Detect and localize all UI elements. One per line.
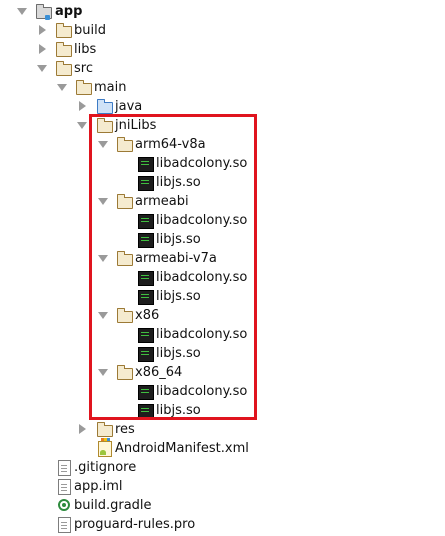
tree-item-so-file[interactable]: libjs.so (0, 173, 201, 192)
expand-arrow-icon[interactable] (98, 141, 108, 148)
tree-item-label: main (94, 80, 127, 95)
tree-item-so-file[interactable]: libjs.so (0, 344, 201, 363)
text-file-icon (58, 460, 71, 476)
folder-icon (117, 365, 133, 380)
tree-item-abi-folder[interactable]: armeabi (0, 192, 189, 211)
manifest-file-icon (98, 441, 112, 457)
folder-icon (117, 251, 133, 266)
tree-item-build[interactable]: build (0, 21, 120, 40)
collapse-arrow-icon[interactable] (79, 424, 86, 434)
tree-item-label: libadcolony.so (156, 270, 248, 285)
binary-file-icon (138, 385, 154, 400)
binary-file-icon (138, 271, 154, 286)
tree-item-label: libjs.so (156, 346, 201, 361)
tree-item-app-iml[interactable]: app.iml (0, 477, 160, 496)
folder-icon (56, 23, 72, 38)
expand-arrow-icon[interactable] (98, 369, 108, 376)
tree-item-proguard[interactable]: proguard-rules.pro (0, 515, 220, 534)
expand-arrow-icon[interactable] (37, 65, 47, 72)
folder-icon (56, 42, 72, 57)
tree-item-label: libadcolony.so (156, 327, 248, 342)
collapse-arrow-icon[interactable] (39, 25, 46, 35)
binary-file-icon (138, 404, 154, 419)
tree-item-label: build.gradle (74, 498, 152, 513)
expand-arrow-icon[interactable] (98, 255, 108, 262)
module-folder-icon (36, 4, 52, 20)
tree-item-build-gradle[interactable]: build.gradle (0, 496, 180, 515)
tree-item-label: libjs.so (156, 403, 201, 418)
tree-item-label: libjs.so (156, 232, 201, 247)
tree-item-label: java (115, 99, 143, 114)
tree-item-src[interactable]: src (0, 59, 120, 78)
tree-item-res[interactable]: res (0, 420, 140, 441)
tree-item-label: AndroidManifest.xml (115, 441, 249, 456)
tree-item-java[interactable]: java (0, 97, 160, 116)
tree-item-label: jniLibs (115, 118, 157, 133)
collapse-arrow-icon[interactable] (79, 101, 86, 111)
project-tree: app build libs src main java jniLibs arm… (0, 0, 445, 536)
tree-item-label: proguard-rules.pro (74, 517, 196, 532)
expand-arrow-icon[interactable] (98, 198, 108, 205)
collapse-arrow-icon[interactable] (39, 44, 46, 54)
tree-item-label: libs (74, 42, 97, 57)
resource-folder-icon (97, 422, 113, 441)
folder-icon (56, 61, 72, 76)
binary-file-icon (138, 157, 154, 172)
tree-item-label: x86 (135, 308, 160, 323)
binary-file-icon (138, 328, 154, 343)
tree-item-label: build (74, 23, 106, 38)
tree-item-so-file[interactable]: libadcolony.so (0, 211, 247, 230)
folder-icon (117, 308, 133, 323)
folder-icon (117, 137, 133, 152)
tree-item-so-file[interactable]: libjs.so (0, 230, 201, 249)
binary-file-icon (138, 214, 154, 229)
tree-item-so-file[interactable]: libadcolony.so (0, 382, 247, 401)
tree-item-jnilibs[interactable]: jniLibs (0, 116, 160, 135)
tree-item-label: libjs.so (156, 175, 201, 190)
tree-item-label: libadcolony.so (156, 384, 248, 399)
tree-item-label: arm64-v8a (135, 137, 206, 152)
tree-item-app[interactable]: app (0, 2, 120, 21)
tree-item-so-file[interactable]: libadcolony.so (0, 325, 247, 344)
binary-file-icon (138, 176, 154, 191)
tree-item-label: app.iml (74, 479, 123, 494)
binary-file-icon (138, 233, 154, 248)
tree-item-abi-folder[interactable]: armeabi-v7a (0, 249, 217, 268)
tree-item-label: x86_64 (135, 365, 183, 380)
tree-item-abi-folder[interactable]: x86_64 (0, 363, 182, 382)
expand-arrow-icon[interactable] (17, 8, 27, 15)
tree-item-gitignore[interactable]: .gitignore (0, 458, 160, 477)
tree-item-so-file[interactable]: libadcolony.so (0, 154, 247, 173)
expand-arrow-icon[interactable] (57, 84, 67, 91)
expand-arrow-icon[interactable] (98, 312, 108, 319)
tree-item-label: src (74, 61, 93, 76)
tree-item-so-file[interactable]: libjs.so (0, 287, 201, 306)
expand-arrow-icon[interactable] (77, 122, 87, 129)
tree-item-so-file[interactable]: libjs.so (0, 401, 201, 420)
binary-file-icon (138, 347, 154, 362)
tree-item-abi-folder[interactable]: arm64-v8a (0, 135, 206, 154)
tree-item-label: armeabi (135, 194, 189, 209)
tree-item-manifest[interactable]: AndroidManifest.xml (0, 439, 260, 458)
tree-item-label: libadcolony.so (156, 213, 248, 228)
tree-item-label: libadcolony.so (156, 156, 248, 171)
tree-item-label: res (115, 422, 135, 437)
folder-icon (97, 118, 113, 133)
tree-item-label: libjs.so (156, 289, 201, 304)
tree-item-label: app (55, 4, 83, 19)
tree-item-abi-folder[interactable]: x86 (0, 306, 160, 325)
tree-item-label: .gitignore (74, 460, 137, 475)
tree-item-so-file[interactable]: libadcolony.so (0, 268, 247, 287)
folder-icon (76, 80, 92, 95)
binary-file-icon (138, 290, 154, 305)
text-file-icon (58, 479, 71, 495)
tree-item-main[interactable]: main (0, 78, 140, 97)
tree-item-libs[interactable]: libs (0, 40, 120, 59)
source-folder-icon (97, 99, 113, 114)
tree-item-label: armeabi-v7a (135, 251, 217, 266)
folder-icon (117, 194, 133, 209)
gradle-icon (58, 499, 70, 511)
text-file-icon (58, 517, 71, 533)
